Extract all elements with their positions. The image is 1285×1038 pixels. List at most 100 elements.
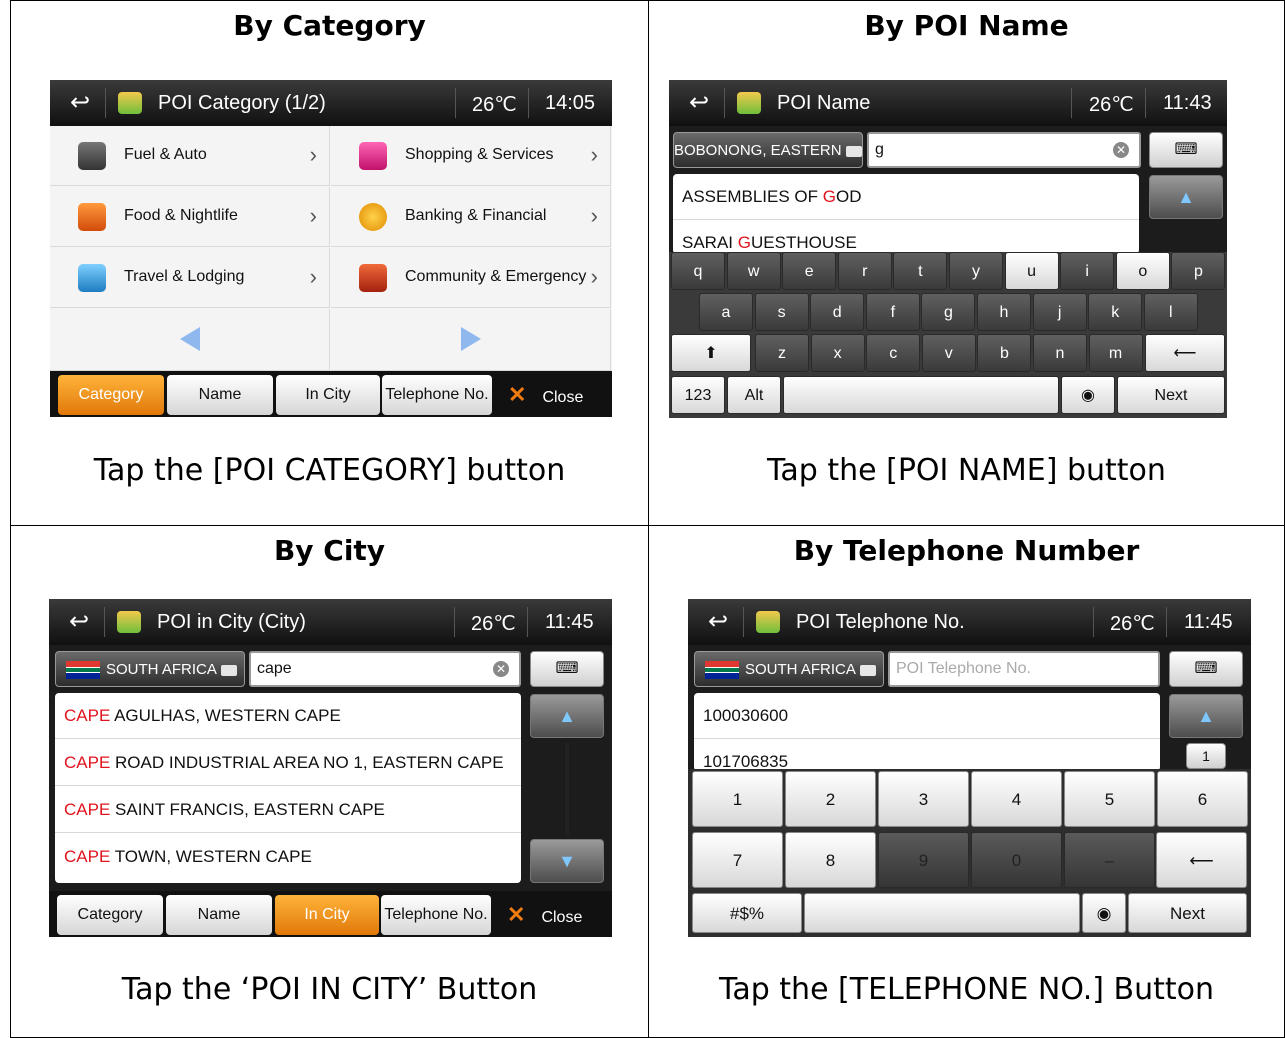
alt-key[interactable]: Alt: [727, 376, 781, 414]
category-community-emergency[interactable]: Community & Emergency ›: [331, 248, 611, 308]
key-p[interactable]: p: [1171, 252, 1226, 290]
result-row[interactable]: CAPE TOWN, WESTERN CAPE: [55, 834, 521, 880]
result-match: CAPE: [64, 706, 111, 725]
scroll-down-button[interactable]: ▼: [530, 839, 604, 883]
next-key[interactable]: Next: [1117, 376, 1225, 414]
key-j[interactable]: j: [1032, 293, 1087, 331]
scroll-up-button[interactable]: ▲: [1149, 175, 1223, 219]
back-icon[interactable]: ↩: [700, 609, 736, 635]
previous-page-icon[interactable]: [180, 327, 200, 351]
tab-telephone[interactable]: Telephone No.: [381, 895, 491, 935]
key-g[interactable]: g: [921, 293, 976, 331]
key-s[interactable]: s: [754, 293, 809, 331]
numkey-8[interactable]: 8: [785, 832, 876, 888]
category-fuel-auto[interactable]: Fuel & Auto ›: [50, 126, 330, 186]
numkey-6[interactable]: 6: [1157, 771, 1248, 827]
space-key[interactable]: [783, 376, 1059, 414]
search-input[interactable]: cape ✕: [249, 651, 521, 687]
tab-in-city[interactable]: In City: [276, 375, 380, 415]
close-button[interactable]: ✕ Close: [508, 375, 583, 415]
key-n[interactable]: n: [1033, 334, 1087, 372]
keyboard-toggle-button[interactable]: ⌨: [530, 651, 604, 687]
category-travel-lodging[interactable]: Travel & Lodging ›: [50, 248, 330, 308]
key-l[interactable]: l: [1143, 293, 1198, 331]
scroll-up-button[interactable]: ▲: [530, 694, 604, 738]
region-selector[interactable]: BOBONONG, EASTERN: [673, 132, 863, 168]
temperature: 26℃: [472, 94, 517, 116]
key-r[interactable]: r: [837, 252, 892, 290]
key-z[interactable]: z: [755, 334, 809, 372]
results-list: CAPE AGULHAS, WESTERN CAPE CAPE ROAD IND…: [55, 693, 521, 883]
tab-telephone[interactable]: Telephone No.: [382, 375, 492, 415]
numkey-3[interactable]: 3: [878, 771, 969, 827]
tab-bar: Category Name In City Telephone No. ✕ Clo…: [49, 891, 612, 937]
country-selector[interactable]: SOUTH AFRICA: [694, 651, 884, 687]
category-food-nightlife[interactable]: Food & Nightlife ›: [50, 187, 330, 247]
numkey-2[interactable]: 2: [785, 771, 876, 827]
key-d[interactable]: d: [810, 293, 865, 331]
tab-category[interactable]: Category: [57, 895, 163, 935]
numkey-dash[interactable]: –: [1064, 832, 1155, 888]
backspace-key[interactable]: ⟵: [1145, 334, 1225, 372]
next-page-icon[interactable]: [461, 327, 481, 351]
language-key[interactable]: ◉: [1061, 376, 1115, 414]
result-row[interactable]: CAPE SAINT FRANCIS, EASTERN CAPE: [55, 787, 521, 833]
back-icon[interactable]: ↩: [62, 90, 98, 116]
key-o[interactable]: o: [1115, 252, 1170, 290]
tab-name[interactable]: Name: [166, 895, 272, 935]
numkey-4[interactable]: 4: [971, 771, 1062, 827]
key-y[interactable]: y: [949, 252, 1003, 290]
telephone-input[interactable]: POI Telephone No.: [888, 651, 1160, 687]
key-f[interactable]: f: [865, 293, 920, 331]
back-icon[interactable]: ↩: [681, 90, 717, 116]
key-i[interactable]: i: [1060, 252, 1115, 290]
category-banking-financial[interactable]: Banking & Financial ›: [331, 187, 611, 247]
result-row[interactable]: ASSEMBLIES OF GOD: [673, 174, 1139, 220]
backspace-key[interactable]: ⟵: [1156, 832, 1247, 888]
key-k[interactable]: k: [1088, 293, 1143, 331]
search-input[interactable]: g ✕: [867, 132, 1141, 168]
numkey-7[interactable]: 7: [692, 832, 783, 888]
close-button[interactable]: ✕ Close: [507, 895, 582, 935]
key-q[interactable]: q: [671, 252, 725, 290]
tab-name[interactable]: Name: [167, 375, 273, 415]
key-a[interactable]: a: [699, 293, 753, 331]
keyboard-toggle-button[interactable]: ⌨: [1149, 132, 1223, 168]
key-t[interactable]: t: [893, 252, 948, 290]
country-selector[interactable]: SOUTH AFRICA: [55, 651, 245, 687]
key-h[interactable]: h: [977, 293, 1031, 331]
symbols-key[interactable]: #$%: [692, 893, 802, 933]
shift-key[interactable]: ⬆: [671, 334, 751, 372]
clear-icon[interactable]: ✕: [493, 661, 509, 677]
tab-category[interactable]: Category: [58, 375, 164, 415]
result-row[interactable]: SARAI GUESTHOUSE: [673, 220, 1139, 254]
key-e[interactable]: e: [782, 252, 837, 290]
next-key[interactable]: Next: [1128, 893, 1247, 933]
numkey-1[interactable]: 1: [692, 771, 783, 827]
numkey-5[interactable]: 5: [1064, 771, 1155, 827]
language-key[interactable]: ◉: [1082, 893, 1126, 933]
key-c[interactable]: c: [866, 334, 921, 372]
mode-123-key[interactable]: 123: [671, 376, 725, 414]
keyboard-toggle-button[interactable]: ⌨: [1169, 651, 1243, 687]
space-key[interactable]: [804, 893, 1080, 933]
result-row[interactable]: CAPE AGULHAS, WESTERN CAPE: [55, 693, 521, 739]
back-icon[interactable]: ↩: [61, 609, 97, 635]
key-w[interactable]: w: [726, 252, 781, 290]
scroll-up-button[interactable]: ▲: [1169, 694, 1243, 738]
dollar-coin-icon: [359, 203, 387, 231]
key-b[interactable]: b: [977, 334, 1032, 372]
clear-icon[interactable]: ✕: [1113, 142, 1129, 158]
result-row[interactable]: CAPE ROAD INDUSTRIAL AREA NO 1, EASTERN …: [55, 740, 521, 786]
key-v[interactable]: v: [921, 334, 976, 372]
key-u[interactable]: u: [1004, 252, 1059, 290]
key-m[interactable]: m: [1088, 334, 1143, 372]
result-row[interactable]: 101706835: [694, 739, 1160, 771]
tab-in-city[interactable]: In City: [275, 895, 379, 935]
scrollbar-track[interactable]: [565, 743, 569, 835]
category-shopping-services[interactable]: Shopping & Services ›: [331, 126, 611, 186]
key-x[interactable]: x: [810, 334, 865, 372]
numkey-9[interactable]: 9: [878, 832, 969, 888]
numkey-0[interactable]: 0: [971, 832, 1062, 888]
result-row[interactable]: 100030600: [694, 693, 1160, 739]
